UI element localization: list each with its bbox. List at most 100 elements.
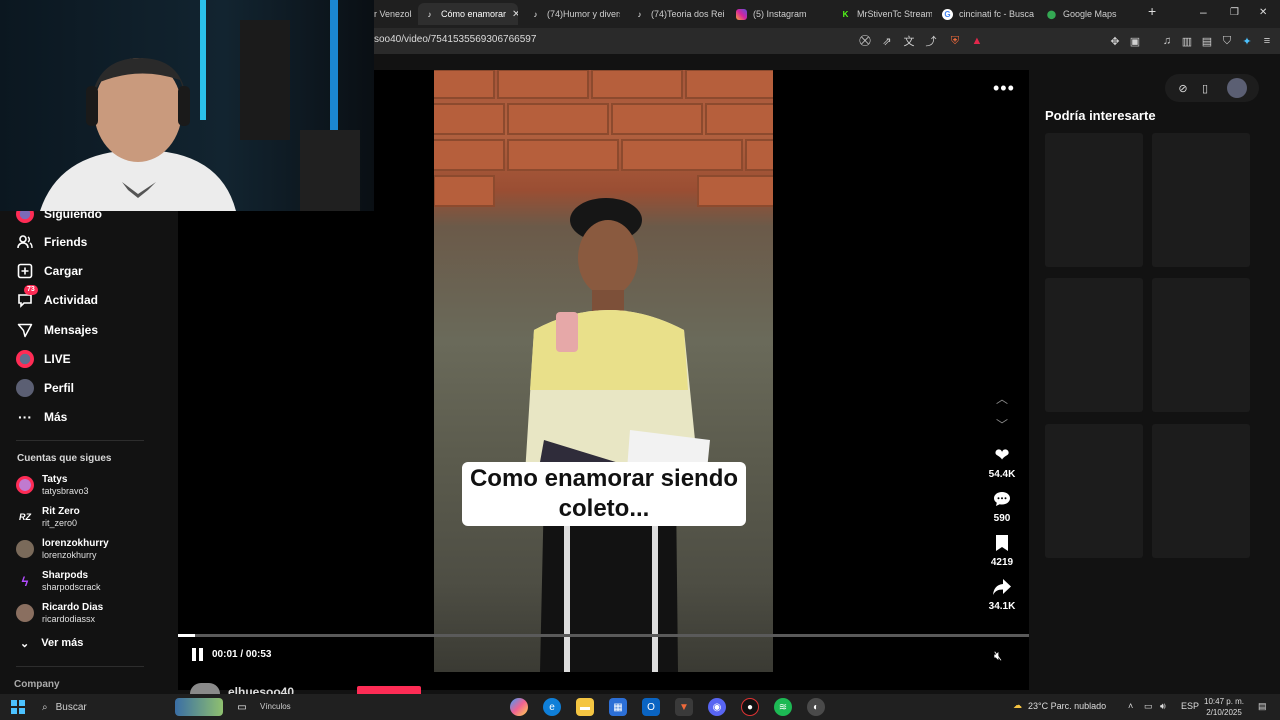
minimize-button[interactable]: – [1200, 5, 1207, 19]
discord-icon[interactable]: ◉ [708, 698, 726, 716]
copilot-icon[interactable] [510, 698, 528, 716]
clock-date: 2/10/2025 [1206, 708, 1242, 717]
chevron-up-icon[interactable]: ˄ [1128, 701, 1133, 711]
tab-venezuela[interactable]: r Venezola [368, 3, 412, 25]
taskbar-clock[interactable]: 10:47 p. m. 2/10/2025 [1204, 696, 1244, 718]
no-tracking-icon[interactable]: ⛒ [858, 34, 872, 48]
sidebar-item-mensajes[interactable]: Mensajes [16, 320, 98, 340]
tab-kick[interactable]: K MrStivenTc Stream [834, 3, 932, 25]
next-video-icon[interactable]: ﹀ [996, 416, 1008, 433]
file-explorer-icon[interactable]: ▬ [576, 698, 594, 716]
app-icon[interactable]: ◐ [807, 698, 825, 716]
sidebar-item-friends[interactable]: Friends [16, 232, 87, 252]
streamer-webcam-image [0, 0, 374, 211]
tab-label: (74)Humor y divers [547, 9, 620, 19]
translate-icon[interactable]: 文 [902, 34, 916, 48]
menu-icon[interactable]: ≡ [1260, 34, 1274, 48]
sidebar-toggle-icon[interactable]: ▥ [1180, 34, 1194, 48]
following-item-lorenzokhurry[interactable]: lorenzokhurry lorenzokhurry [16, 534, 109, 564]
sidebar-item-perfil[interactable]: Perfil [16, 378, 74, 398]
sidebar-item-mas[interactable]: ··· Más [16, 407, 67, 427]
compass-icon[interactable]: ⊘ [1175, 80, 1191, 96]
comment-button[interactable]: 590 [984, 488, 1020, 524]
recommendation-card[interactable] [1152, 424, 1250, 558]
sidebar-item-actividad[interactable]: 73 Actividad [16, 285, 99, 310]
like-button[interactable]: ❤ 54.4K [984, 444, 1020, 481]
screenshot-icon[interactable]: ▣ [1128, 34, 1142, 48]
muted-speaker-icon[interactable]: 🔇︎ [994, 648, 1002, 664]
follow-button[interactable] [357, 686, 421, 694]
sidebar-item-cargar[interactable]: Cargar [16, 261, 83, 281]
maximize-button[interactable]: ❐ [1230, 7, 1239, 18]
open-external-icon[interactable]: ⇗ [880, 34, 894, 48]
edge-icon[interactable]: e [543, 698, 561, 716]
share-arrow-icon [984, 576, 1020, 598]
recommendation-card[interactable] [1152, 278, 1250, 412]
brave-browser-icon[interactable]: ▼ [675, 698, 693, 716]
outlook-icon[interactable]: O [642, 698, 660, 716]
media-icon[interactable]: ♫ [1160, 34, 1174, 48]
following-item-ricardo-dias[interactable]: Ricardo Dias ricardodiassx [16, 598, 103, 628]
language-indicator[interactable]: ESP [1181, 701, 1199, 711]
phone-icon[interactable]: ▯ [1197, 80, 1213, 96]
following-item-rit-zero[interactable]: RZ Rit Zero rit_zero0 [16, 502, 80, 532]
tab-teoria[interactable]: ♪ (74)Teoria dos Rein [628, 3, 725, 25]
obs-icon[interactable]: ● [741, 698, 759, 716]
following-item-tatys[interactable]: Tatys tatysbravo3 [16, 470, 89, 500]
recommendation-card[interactable] [1045, 133, 1143, 267]
recommendation-card[interactable] [1045, 424, 1143, 558]
save-button[interactable]: 4219 [984, 532, 1020, 568]
task-view-icon[interactable]: ▭ [233, 698, 251, 716]
speaker-icon[interactable]: 🔊︎ [1160, 701, 1166, 712]
tab-label: (74)Teoria dos Rein [651, 9, 724, 19]
leo-ai-icon[interactable]: ✦ [1240, 34, 1254, 48]
author-avatar[interactable] [190, 683, 220, 694]
tab-label: r Venezola [374, 9, 412, 19]
chevron-down-icon: ⌄ [20, 638, 30, 650]
tab-humor[interactable]: ♪ (74)Humor y divers [524, 3, 621, 25]
tab-label: MrStivenTc Stream [857, 9, 932, 19]
recommendation-card[interactable] [1045, 278, 1143, 412]
wallet-icon[interactable]: ▤ [1200, 34, 1214, 48]
windows-start-icon[interactable] [11, 700, 25, 714]
pause-icon[interactable] [192, 648, 206, 662]
sidebar-item-live[interactable]: LIVE [16, 349, 71, 369]
tab-google-search[interactable]: G cincinati fc - Buscar [936, 3, 1034, 25]
brave-shield-icon[interactable]: ⛨ [948, 34, 962, 48]
video-progress-bar[interactable] [178, 634, 1029, 637]
vpn-icon[interactable]: ⛉ [1220, 34, 1234, 48]
tab-google-maps[interactable]: ⬤ Google Maps [1040, 3, 1138, 25]
following-section-title: Cuentas que sigues [17, 453, 112, 464]
tab-label: Cómo enamorar [441, 9, 507, 19]
weather-widget[interactable]: ☁ 23°C Parc. nublado [1013, 700, 1106, 711]
sidebar-divider [16, 666, 144, 667]
sidebar-item-label: Actividad [44, 293, 99, 307]
store-icon[interactable]: ▦ [609, 698, 627, 716]
close-tab-icon[interactable]: ✕ [512, 9, 518, 20]
notifications-icon[interactable]: ▤ [1258, 701, 1267, 712]
extensions-icon[interactable]: ✥ [1108, 34, 1122, 48]
following-name: lorenzokhurry [42, 537, 109, 549]
close-window-button[interactable]: ✕ [1259, 7, 1267, 18]
new-tab-button[interactable]: + [1148, 3, 1156, 19]
brave-rewards-icon[interactable]: ▲ [970, 34, 984, 48]
share-button[interactable]: 34.1K [984, 576, 1020, 612]
more-options-icon[interactable]: ••• [993, 78, 1015, 99]
live-icon [16, 350, 34, 368]
video-frame[interactable]: Como enamorar siendo coleto... [434, 70, 773, 672]
share-icon[interactable]: ⤴ [924, 34, 938, 48]
tab-tiktok-active[interactable]: ♪ Cómo enamorar ✕ [418, 3, 518, 25]
company-link[interactable]: Company [14, 679, 60, 690]
avatar: RZ [16, 508, 34, 526]
following-item-sharpods[interactable]: ϟ Sharpods sharpodscrack [16, 566, 101, 596]
network-icon[interactable]: ▭ [1144, 701, 1153, 712]
webcam-overlay [0, 0, 374, 211]
previous-video-icon[interactable]: ︿ [996, 390, 1008, 407]
links-toolbar[interactable]: Vínculos [260, 702, 291, 711]
user-avatar[interactable] [1227, 78, 1247, 98]
recommendation-card[interactable] [1152, 133, 1250, 267]
see-more-button[interactable]: ⌄ Ver más [20, 637, 83, 650]
tab-instagram[interactable]: (5) Instagram [730, 3, 828, 25]
spotify-icon[interactable]: ≋ [774, 698, 792, 716]
url-input[interactable]: soo40/video/7541535569306766597 [374, 34, 536, 45]
